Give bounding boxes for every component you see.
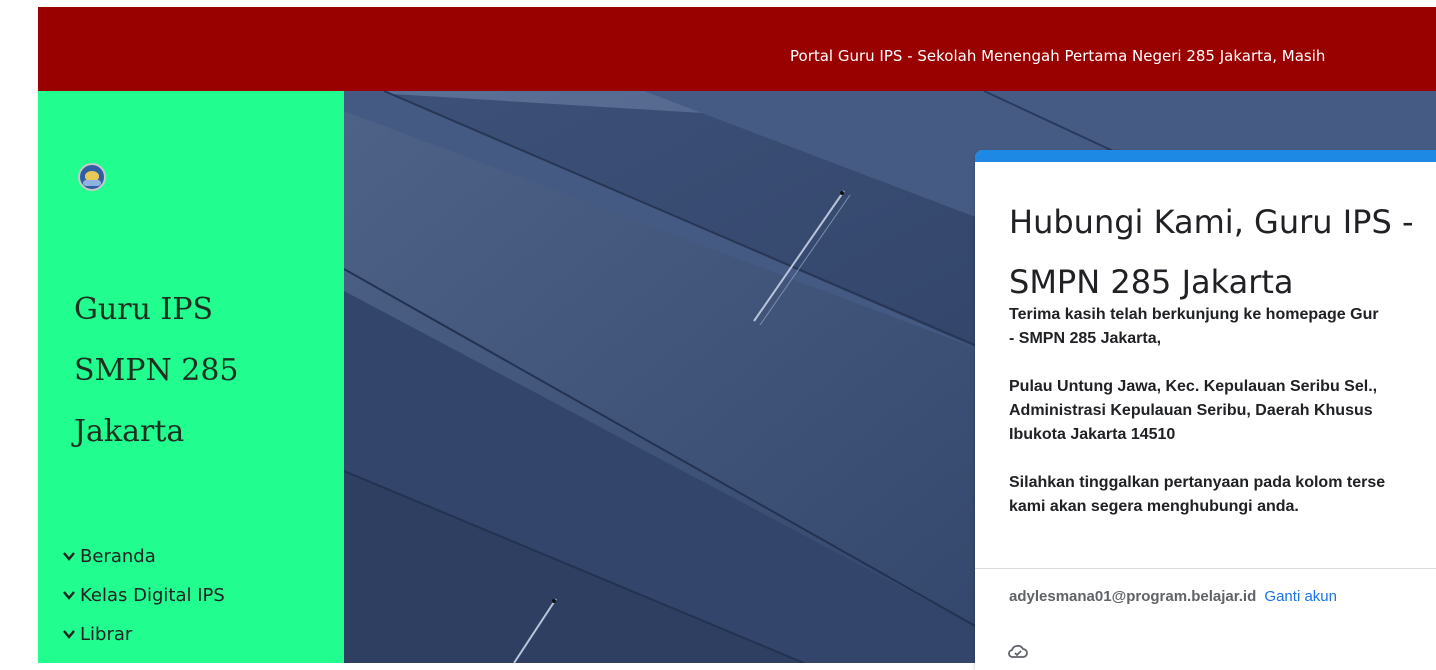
site-title-line-3: Jakarta [74, 414, 185, 449]
top-banner: Portal Guru IPS - Sekolah Menengah Perta… [38, 7, 1436, 91]
school-logo[interactable] [78, 163, 106, 191]
chevron-down-icon [63, 591, 75, 600]
form-description-line: Ibukota Jakarta 14510 [1009, 426, 1176, 443]
chevron-down-icon [63, 552, 75, 561]
nav-item-beranda[interactable]: Beranda [62, 541, 225, 571]
account-info: adylesmana01@program.belajar.id Ganti ak… [1009, 588, 1337, 605]
switch-account-link[interactable]: Ganti akun [1264, 588, 1337, 605]
nav-item-label: Kelas Digital IPS [80, 584, 225, 606]
nav-item-label: Beranda [80, 545, 156, 567]
sidebar-nav: Beranda Kelas Digital IPS Librar [62, 541, 225, 649]
form-title: Hubungi Kami, Guru IPS - SMPN 285 Jakart… [1009, 192, 1436, 312]
chevron-down-icon [63, 630, 75, 639]
form-description: Terima kasih telah berkunjung ke homepag… [1009, 303, 1436, 543]
form-title-line-1: Hubungi Kami, Guru IPS - [1009, 203, 1414, 241]
nav-item-label: Librar [80, 623, 133, 645]
form-accent-bar [975, 150, 1436, 162]
form-description-line: Silahkan tinggalkan pertanyaan pada kolo… [1009, 474, 1386, 491]
contact-form-card: Hubungi Kami, Guru IPS - SMPN 285 Jakart… [975, 150, 1436, 670]
site-title-line-1: Guru IPS [74, 292, 214, 327]
banner-ticker-text: Portal Guru IPS - Sekolah Menengah Perta… [790, 47, 1326, 65]
form-description-line: - SMPN 285 Jakarta, [1009, 330, 1162, 347]
form-description-line: Administrasi Kepulauan Seribu, Daerah Kh… [1009, 402, 1373, 419]
site-title-line-2: SMPN 285 [74, 353, 239, 388]
nav-item-library[interactable]: Librar [62, 619, 225, 649]
sidebar: Guru IPS SMPN 285 Jakarta Beranda Kelas … [38, 91, 344, 663]
form-description-line: kami akan segera menghubungi anda. [1009, 498, 1299, 515]
nav-item-kelas-digital-ips[interactable]: Kelas Digital IPS [62, 580, 225, 610]
cloud-check-icon [1008, 644, 1028, 658]
form-description-paragraph-2: Pulau Untung Jawa, Kec. Kepulauan Seribu… [1009, 375, 1436, 447]
site-title[interactable]: Guru IPS SMPN 285 Jakarta [74, 279, 314, 462]
account-email: adylesmana01@program.belajar.id [1009, 588, 1257, 605]
form-description-paragraph-3: Silahkan tinggalkan pertanyaan pada kolo… [1009, 471, 1436, 519]
form-description-line: Terima kasih telah berkunjung ke homepag… [1009, 306, 1379, 323]
form-description-paragraph-1: Terima kasih telah berkunjung ke homepag… [1009, 303, 1436, 351]
form-description-line: Pulau Untung Jawa, Kec. Kepulauan Seribu… [1009, 378, 1378, 395]
form-divider [975, 568, 1436, 569]
